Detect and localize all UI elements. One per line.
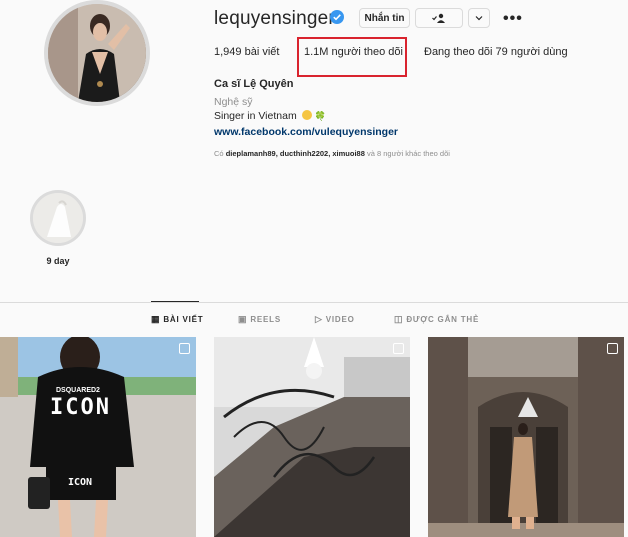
post-brand-text: DSQUARED2 (56, 387, 100, 394)
avatar[interactable] (48, 4, 146, 102)
chevron-down-icon (475, 16, 483, 21)
followed-by-suffix: và 8 người khác theo dõi (367, 149, 450, 158)
full-name: Ca sĩ Lệ Quyên (214, 78, 294, 90)
username: lequyensinger (214, 8, 335, 29)
suggestions-dropdown-button[interactable] (468, 8, 490, 28)
video-icon: ▷ (315, 314, 323, 324)
more-options-icon[interactable]: ••• (503, 10, 523, 28)
tagged-icon: ◫ (394, 314, 404, 324)
tab-reels-label: REELS (250, 315, 281, 324)
tab-video[interactable]: ▷ VIDEO (315, 314, 355, 325)
reel-icon (179, 343, 190, 354)
tab-tagged[interactable]: ◫ ĐƯỢC GẮN THẺ (394, 314, 479, 325)
bio-text-content: Singer in Vietnam (214, 110, 297, 122)
post-icon-text-small: ICON (68, 477, 93, 488)
message-button[interactable]: Nhắn tin (359, 8, 410, 28)
grid-icon: ▦ (151, 314, 161, 324)
following-button[interactable] (415, 8, 463, 28)
highlight-cover[interactable] (33, 193, 83, 243)
followed-by[interactable]: Có dieplamanh89, ducthinh2202, ximuoi88 … (214, 149, 450, 158)
tab-tagged-label: ĐƯỢC GẮN THẺ (406, 315, 480, 324)
post-thumbnail[interactable] (428, 337, 624, 537)
posts-count: 1,949 bài viết (214, 46, 280, 58)
verified-badge-icon (330, 10, 344, 24)
tab-reels[interactable]: ▣ REELS (238, 314, 281, 325)
bio-text: Singer in Vietnam 🍀 (214, 110, 326, 122)
emoji-icons: 🍀 (300, 110, 326, 122)
post-thumbnail[interactable]: DSQUARED2 ICON ICON (0, 337, 196, 537)
face-emoji-icon (301, 110, 312, 120)
active-tab-indicator (151, 301, 199, 302)
tab-posts-label: BÀI VIẾT (163, 315, 204, 324)
post-icon-text: ICON (50, 395, 111, 420)
followed-by-prefix: Có (214, 149, 224, 158)
highlight-label: 9 day (46, 256, 70, 266)
post-thumbnail[interactable] (214, 337, 410, 537)
carousel-icon (393, 343, 404, 354)
tab-posts[interactable]: ▦ BÀI VIẾT (151, 314, 204, 325)
clover-emoji-icon: 🍀 (314, 111, 326, 121)
tab-video-label: VIDEO (325, 315, 355, 324)
bio-link[interactable]: www.facebook.com/vulequyensinger (214, 126, 398, 138)
person-check-icon (432, 13, 445, 23)
following-count[interactable]: Đang theo dõi 79 người dùng (424, 46, 568, 58)
carousel-icon (607, 343, 618, 354)
category-label: Nghệ sỹ (214, 96, 253, 108)
followed-by-users[interactable]: dieplamanh89, ducthinh2202, ximuoi88 (226, 149, 365, 158)
tabs-divider (0, 302, 628, 303)
reels-icon: ▣ (238, 314, 248, 324)
followers-highlight-box (297, 37, 407, 77)
